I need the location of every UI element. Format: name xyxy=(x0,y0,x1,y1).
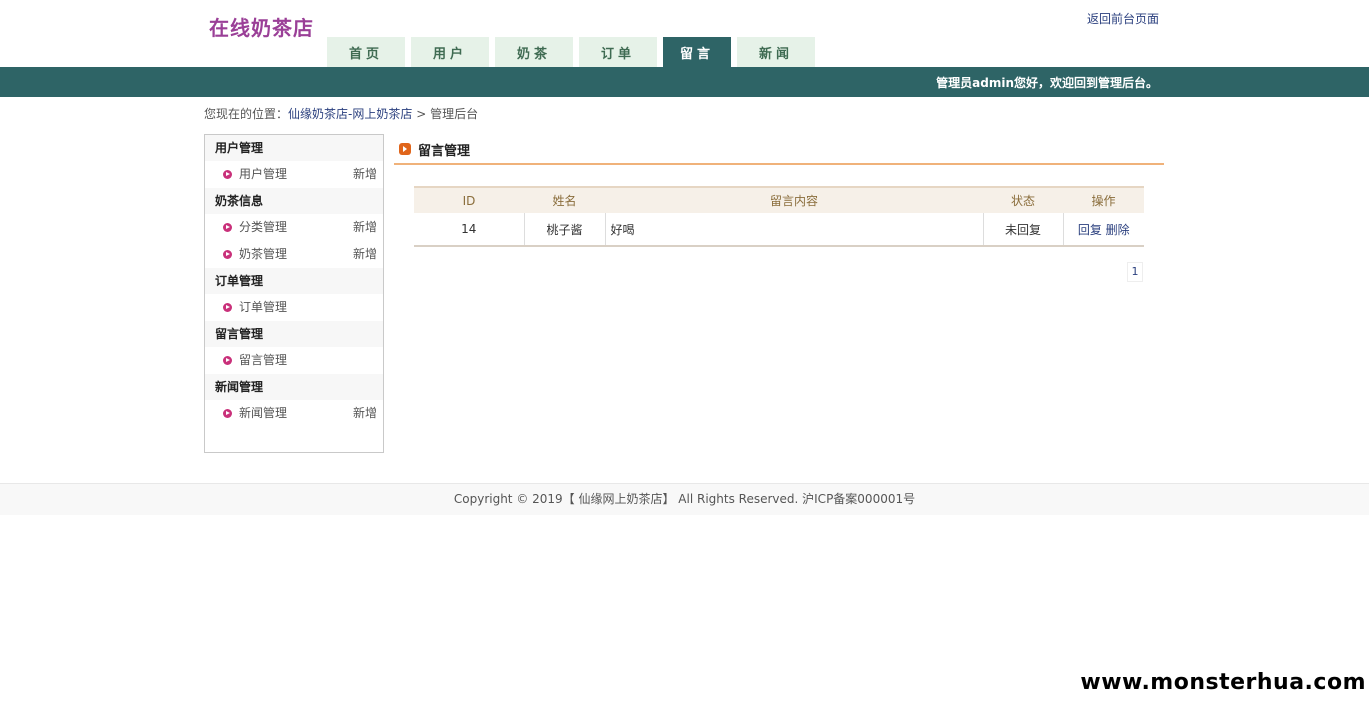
sidebar-item-label[interactable]: 分类管理 xyxy=(239,220,287,234)
footer: Copyright © 2019【 仙缘网上奶茶店】 All Rights Re… xyxy=(0,483,1369,515)
nav-tab-home[interactable]: 首页 xyxy=(327,37,405,67)
panel-header: 留言管理 xyxy=(399,139,470,159)
sidebar-item-news-manage: 新闻管理 新增 xyxy=(205,400,383,427)
cell-status: 未回复 xyxy=(983,213,1064,247)
sidebar-item-label[interactable]: 奶茶管理 xyxy=(239,247,287,261)
nav-tab-milktea[interactable]: 奶茶 xyxy=(495,37,573,67)
main-nav: 首页 用户 奶茶 订单 留言 新闻 xyxy=(327,37,821,67)
sidebar-item-label[interactable]: 用户管理 xyxy=(239,167,287,181)
copyright-text: Copyright © 2019【 仙缘网上奶茶店】 All Rights Re… xyxy=(453,492,916,506)
sidebar-add-user-link[interactable]: 新增 xyxy=(353,161,377,188)
sidebar-group-orders: 订单管理 xyxy=(205,268,383,294)
cell-actions: 回复 删除 xyxy=(1063,213,1144,247)
bullet-icon xyxy=(223,356,232,365)
bullet-icon xyxy=(223,250,232,259)
sidebar-group-messages: 留言管理 xyxy=(205,321,383,347)
bullet-icon xyxy=(223,409,232,418)
breadcrumb-separator: > xyxy=(416,107,427,121)
sidebar-item-label[interactable]: 留言管理 xyxy=(239,353,287,367)
sidebar-item-milktea-manage: 奶茶管理 新增 xyxy=(205,241,383,268)
cell-id: 14 xyxy=(414,213,525,247)
sidebar-item-user-manage: 用户管理 新增 xyxy=(205,161,383,188)
sidebar-item-label[interactable]: 订单管理 xyxy=(239,300,287,314)
breadcrumb-home-link[interactable]: 仙缘奶茶店-网上奶茶店 xyxy=(288,107,412,121)
header: 在线奶茶店 返回前台页面 首页 用户 奶茶 订单 留言 新闻 xyxy=(0,0,1369,67)
watermark: www.monsterhua.com xyxy=(1080,670,1366,695)
nav-tab-news[interactable]: 新闻 xyxy=(737,37,815,67)
bullet-icon xyxy=(223,170,232,179)
sidebar-group-news: 新闻管理 xyxy=(205,374,383,400)
sidebar-add-milktea-link[interactable]: 新增 xyxy=(353,241,377,268)
cell-content: 好喝 xyxy=(605,213,984,247)
sidebar-item-message-manage: 留言管理 xyxy=(205,347,383,374)
sidebar-item-category-manage: 分类管理 新增 xyxy=(205,214,383,241)
nav-tab-messages[interactable]: 留言 xyxy=(663,37,731,67)
sidebar-add-news-link[interactable]: 新增 xyxy=(353,400,377,427)
welcome-text: 管理员admin您好，欢迎回到管理后台。 xyxy=(936,76,1158,90)
bullet-icon xyxy=(223,223,232,232)
site-title: 在线奶茶店 xyxy=(209,16,314,40)
sidebar-group-users: 用户管理 xyxy=(205,135,383,161)
breadcrumb-current: 管理后台 xyxy=(430,107,479,121)
sidebar-item-label[interactable]: 新闻管理 xyxy=(239,406,287,420)
pagination-page-1[interactable]: 1 xyxy=(1127,262,1143,282)
table-header-row: ID 姓名 留言内容 状态 操作 xyxy=(414,186,1144,213)
arrow-icon xyxy=(399,143,411,155)
sidebar-add-category-link[interactable]: 新增 xyxy=(353,214,377,241)
breadcrumb-prefix: 您现在的位置： xyxy=(204,107,289,121)
bullet-icon xyxy=(223,303,232,312)
page-title: 留言管理 xyxy=(418,143,471,159)
breadcrumb: 您现在的位置：仙缘奶茶店-网上奶茶店 > 管理后台 xyxy=(204,105,478,122)
back-to-frontend-link[interactable]: 返回前台页面 xyxy=(1087,10,1159,27)
column-header-id: ID xyxy=(414,186,524,213)
sidebar: 用户管理 用户管理 新增 奶茶信息 分类管理 新增 奶茶管理 新增 订单管理 订… xyxy=(204,134,384,453)
top-banner: 管理员admin您好，欢迎回到管理后台。 xyxy=(0,67,1369,97)
nav-tab-users[interactable]: 用户 xyxy=(411,37,489,67)
table-row: 14 桃子酱 好喝 未回复 回复 删除 xyxy=(414,213,1144,247)
divider xyxy=(394,163,1164,165)
column-header-content: 留言内容 xyxy=(605,186,983,213)
messages-table: ID 姓名 留言内容 状态 操作 14 桃子酱 好喝 未回复 回复 删除 xyxy=(414,186,1144,247)
column-header-name: 姓名 xyxy=(524,186,605,213)
column-header-actions: 操作 xyxy=(1063,186,1144,213)
column-header-status: 状态 xyxy=(983,186,1063,213)
nav-tab-orders[interactable]: 订单 xyxy=(579,37,657,67)
cell-name: 桃子酱 xyxy=(524,213,606,247)
sidebar-item-order-manage: 订单管理 xyxy=(205,294,383,321)
reply-link[interactable]: 回复 xyxy=(1078,223,1102,237)
sidebar-group-milktea: 奶茶信息 xyxy=(205,188,383,214)
delete-link[interactable]: 删除 xyxy=(1106,223,1130,237)
